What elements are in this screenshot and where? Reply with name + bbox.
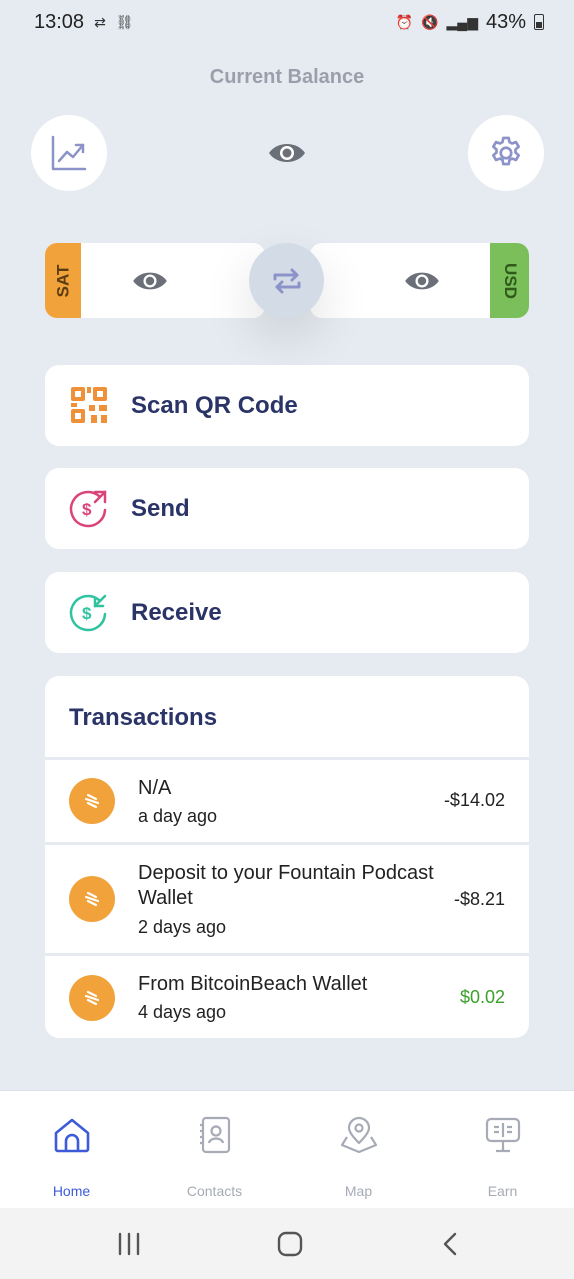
sat-tag: SAT — [45, 243, 81, 318]
map-icon — [340, 1116, 377, 1154]
transactions-card: Transactions N/A a day ago -$14.02 Depos… — [45, 676, 529, 1038]
usd-tag-label: USD — [500, 262, 520, 299]
earn-icon — [485, 1117, 520, 1153]
transaction-amount: -$8.21 — [453, 889, 505, 909]
nav-label: Earn — [487, 1183, 518, 1199]
link-off-icon: ⛓ — [115, 13, 134, 30]
alarm-icon: ⏰ — [395, 13, 414, 30]
swap-icon — [273, 268, 300, 293]
receive-label: Receive — [131, 598, 222, 626]
data-transfer-icon: ⇄ — [94, 13, 106, 30]
receive-dollar-icon: $ — [69, 594, 107, 632]
usd-tag: USD — [490, 243, 529, 318]
recent-apps-icon[interactable] — [114, 1230, 144, 1258]
home-system-icon[interactable] — [275, 1230, 305, 1258]
status-time: 13:08 — [34, 10, 85, 33]
gear-icon — [491, 136, 521, 166]
svg-text:$: $ — [82, 500, 92, 519]
mute-icon: 🔇 — [421, 13, 439, 30]
scan-qr-label: Scan QR Code — [131, 391, 298, 419]
nav-item-contacts[interactable]: Contacts — [143, 1091, 286, 1209]
coin-icon — [69, 975, 115, 1021]
receive-button[interactable]: $ Receive — [45, 572, 529, 653]
transaction-amount: $0.02 — [459, 987, 505, 1007]
scan-qr-button[interactable]: Scan QR Code — [45, 365, 529, 446]
eye-icon — [405, 272, 439, 290]
transaction-description: N/A — [138, 777, 172, 799]
nav-label: Map — [344, 1183, 373, 1199]
status-bar: 13:08 ⇄ ⛓ ⏰ 🔇 ▂▄▆ 43% — [0, 0, 574, 44]
coin-icon — [69, 876, 115, 922]
sat-tag-label: SAT — [53, 264, 72, 297]
system-nav-bar — [0, 1208, 574, 1279]
nav-item-earn[interactable]: Earn — [431, 1091, 574, 1209]
send-label: Send — [131, 494, 190, 522]
battery-icon — [534, 14, 544, 30]
transaction-time: 4 days ago — [138, 1002, 227, 1022]
nav-item-map[interactable]: Map — [287, 1091, 430, 1209]
send-dollar-icon: $ — [69, 490, 107, 528]
transaction-description: From BitcoinBeach Wallet — [138, 973, 368, 995]
back-icon[interactable] — [436, 1230, 466, 1258]
svg-text:$: $ — [82, 604, 92, 623]
transaction-description: Deposit to your Fountain Podcast Wallet — [138, 862, 434, 909]
price-chart-button[interactable] — [31, 115, 107, 191]
nav-label: Home — [52, 1183, 91, 1199]
transaction-row[interactable]: From BitcoinBeach Wallet 4 days ago $0.0… — [45, 956, 529, 1038]
battery-percent: 43% — [485, 10, 526, 33]
send-button[interactable]: $ Send — [45, 468, 529, 549]
bottom-nav: Home Contacts Map Earn — [0, 1090, 574, 1208]
settings-button[interactable] — [468, 115, 544, 191]
transaction-time: 2 days ago — [138, 917, 227, 937]
transaction-time: a day ago — [138, 806, 218, 826]
eye-icon — [133, 272, 167, 290]
swap-currency-button[interactable] — [249, 243, 324, 318]
contacts-icon — [199, 1116, 230, 1154]
transaction-row[interactable]: Deposit to your Fountain Podcast Wallet … — [45, 845, 529, 953]
qr-code-icon — [71, 387, 107, 423]
signal-icon: ▂▄▆ — [446, 13, 478, 30]
eye-icon[interactable] — [267, 138, 307, 168]
page-title: Current Balance — [209, 66, 365, 88]
transaction-amount: -$14.02 — [443, 790, 505, 810]
transaction-row[interactable]: N/A a day ago -$14.02 — [45, 760, 529, 842]
coin-icon — [69, 778, 115, 824]
nav-label: Contacts — [186, 1183, 243, 1199]
home-icon — [54, 1118, 89, 1153]
usd-balance-card[interactable]: USD — [310, 243, 529, 318]
nav-item-home[interactable]: Home — [0, 1091, 143, 1209]
chart-icon — [51, 135, 87, 171]
sat-balance-card[interactable]: SAT — [45, 243, 265, 318]
transactions-title: Transactions — [69, 704, 218, 731]
